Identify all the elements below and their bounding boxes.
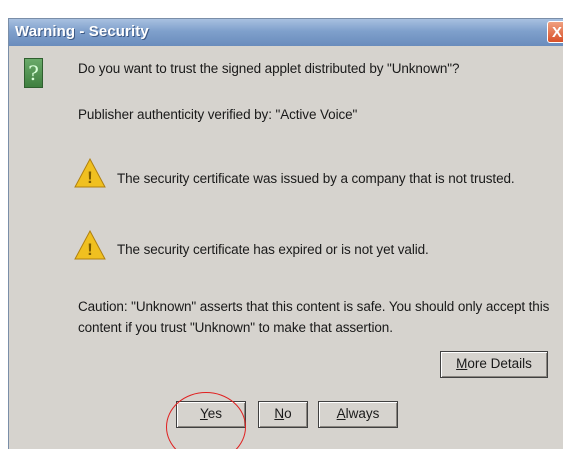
publisher-text: Publisher authenticity verified by: "Act… [78,107,358,122]
question-icon: ? [24,58,43,88]
title-bar[interactable]: Warning - Security X [9,19,563,46]
caution-text-line-2: content if you trust "Unknown" to make t… [78,320,393,335]
untrusted-issuer-warning: The security certificate was issued by a… [117,171,515,186]
caution-text-line-1: Caution: "Unknown" asserts that this con… [78,299,550,314]
svg-text:!: ! [87,168,93,187]
trust-question-text: Do you want to trust the signed applet d… [78,61,460,76]
close-button[interactable]: X [547,21,563,43]
always-button[interactable]: Always [318,401,398,428]
security-warning-dialog: Warning - Security X ? Do you want to tr… [8,18,563,449]
expired-certificate-warning: The security certificate has expired or … [117,242,429,257]
warning-icon: ! [74,158,106,188]
window-title: Warning - Security [15,23,149,40]
warning-icon: ! [74,230,106,260]
more-details-button[interactable]: More Details [440,351,548,378]
close-icon: X [552,24,563,41]
svg-text:!: ! [87,240,93,259]
no-button[interactable]: No [258,401,308,428]
